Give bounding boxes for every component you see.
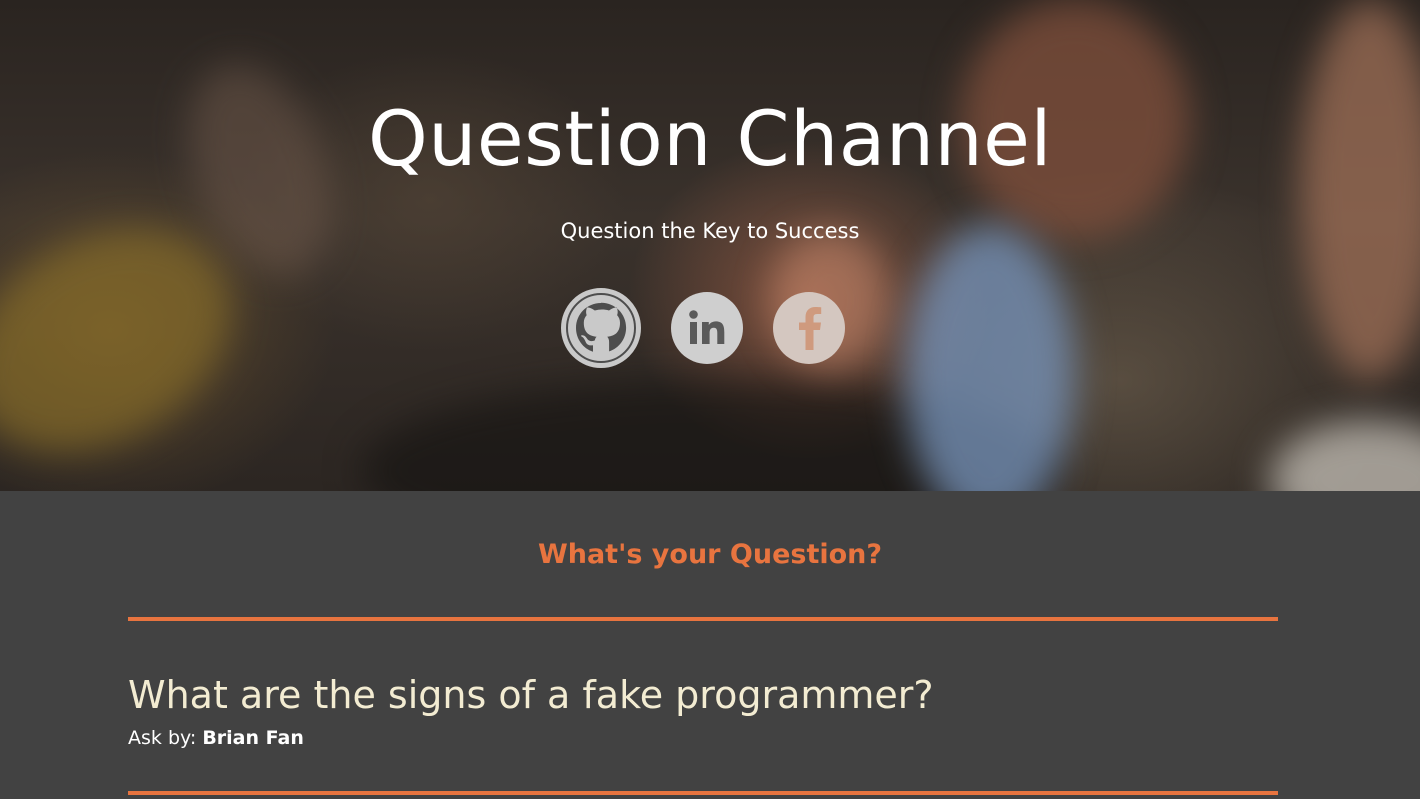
github-icon bbox=[564, 291, 638, 365]
facebook-icon bbox=[794, 306, 824, 350]
question-author: Brian Fan bbox=[202, 727, 304, 749]
linkedin-icon bbox=[685, 306, 729, 350]
facebook-link[interactable] bbox=[772, 292, 845, 364]
github-link[interactable] bbox=[560, 288, 641, 368]
ask-by-label: Ask by: bbox=[128, 727, 197, 749]
hero-banner: Question Channel Question the Key to Suc… bbox=[0, 0, 1420, 491]
background-image-white-sleeve bbox=[1270, 420, 1420, 491]
site-tagline: Question the Key to Success bbox=[560, 219, 860, 243]
divider bbox=[128, 791, 1278, 795]
question-meta: Ask by: Brian Fan bbox=[128, 727, 304, 749]
social-links bbox=[0, 288, 1420, 368]
divider bbox=[128, 617, 1278, 621]
linkedin-link[interactable] bbox=[670, 292, 743, 364]
questions-section: What's your Question? What are the signs… bbox=[0, 491, 1420, 799]
question-title[interactable]: What are the signs of a fake programmer? bbox=[128, 673, 934, 717]
site-title: Question Channel bbox=[367, 94, 1053, 183]
section-heading: What's your Question? bbox=[537, 539, 883, 570]
